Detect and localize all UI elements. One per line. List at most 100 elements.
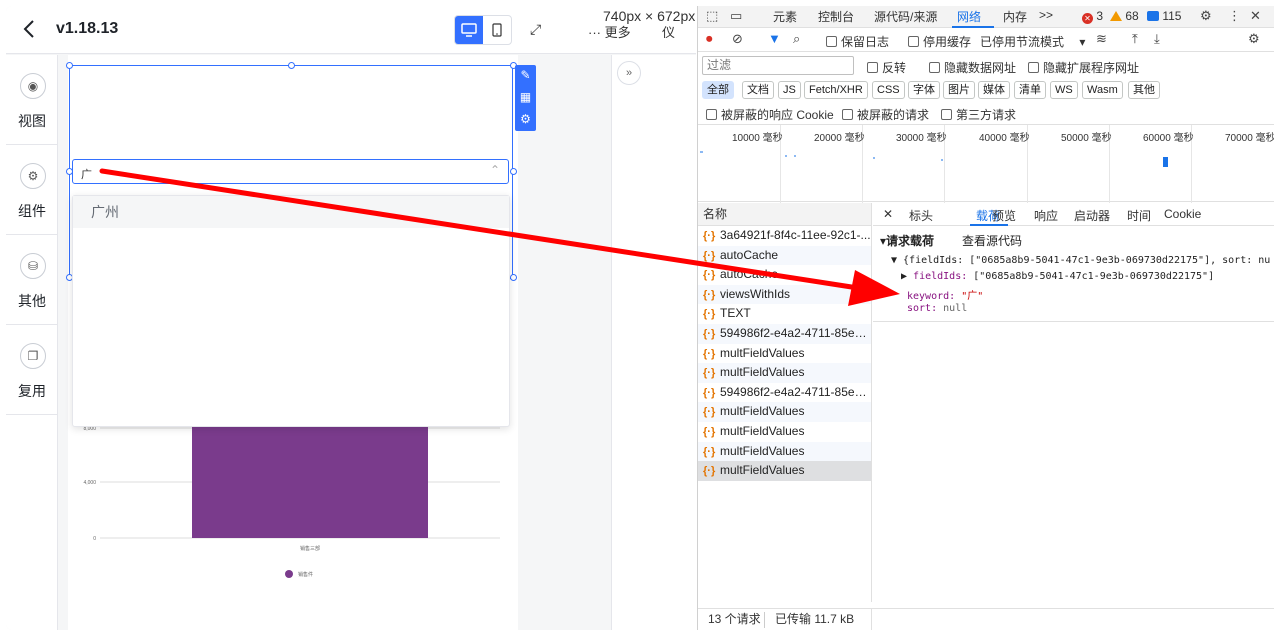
tab-memory[interactable]: 内存 [1003,8,1027,25]
more-button[interactable]: ··· 更多 [588,22,631,41]
mobile-view-button[interactable] [483,16,511,44]
tab-console[interactable]: 控制台 [818,8,854,25]
invert-checkbox[interactable]: 反转 [867,59,906,76]
tab-cookie[interactable]: Cookie [1164,207,1201,221]
rail-item-view[interactable]: ◉ 视图 [6,55,58,145]
column-name-header[interactable]: 名称 [698,203,872,226]
request-row[interactable]: {·} multFieldValues [698,344,871,364]
request-row[interactable]: {·} 3a64921f-8f4c-11ee-92c1-... [698,226,871,246]
payload-fieldids-line[interactable]: ▶ fieldIds: ["0685a8b9-5041-47c1-9e3b-06… [901,271,1214,282]
more-tabs-button[interactable]: >> [1039,8,1053,22]
error-badge[interactable]: ✕ 3 [1082,9,1103,24]
type-img[interactable]: 图片 [943,81,975,99]
request-row[interactable]: {·} TEXT [698,304,871,324]
request-row[interactable]: {·} multFieldValues [698,441,871,462]
checkbox-label: 第三方请求 [956,108,1017,122]
download-icon[interactable]: ⤓ [1154,32,1160,46]
expand-panel-button[interactable]: » [617,61,641,85]
type-js[interactable]: JS [778,81,801,99]
blocked-requests-checkbox[interactable]: 被屏蔽的请求 [842,106,929,123]
view-source-link[interactable]: 查看源代码 [962,232,1022,249]
tab-network[interactable]: 网络 [957,8,981,25]
type-doc[interactable]: 文档 [742,81,774,99]
edit-icon[interactable]: ✎ [518,68,533,83]
network-toolbar: ⏺ ⊘ ▼ ⌕ 保留日志 停用缓存 已停用节流模式 ▾ ≋ ⤒ ⤓ ⚙ [698,28,1274,52]
tab-initiator[interactable]: 启动器 [1074,207,1110,224]
warning-icon [1110,11,1122,21]
monitor-icon [461,23,477,37]
blocked-cookie-checkbox[interactable]: 被屏蔽的响应 Cookie [706,106,834,123]
request-row[interactable]: {·} multFieldValues [698,402,871,422]
record-stop-icon[interactable]: ⏺ [706,32,713,46]
tab-elements[interactable]: 元素 [773,8,797,25]
filter-combobox[interactable]: 广 ⌃ [72,159,509,184]
xhr-icon: {·} [703,288,716,301]
rail-item-component[interactable]: ⚙ 组件 [6,145,58,235]
request-row[interactable]: {·} 594986f2-e4a2-4711-85e3... [698,324,871,344]
warning-badge[interactable]: 68 [1110,9,1139,23]
resize-handle[interactable] [510,168,517,175]
filter-input[interactable]: 过滤 [702,56,854,75]
payload-section-title[interactable]: ▾请求载荷 [880,232,934,249]
close-icon[interactable]: ✕ [883,207,893,221]
search-icon[interactable]: ⌕ [793,32,800,46]
settings-icon[interactable]: ⚙ [1200,9,1212,23]
fullscreen-icon[interactable]: ⤢ [530,21,541,38]
third-party-checkbox[interactable]: 第三方请求 [941,106,1016,123]
upload-icon[interactable]: ⤒ [1132,32,1138,46]
kebab-menu-icon[interactable]: ⋮ [1228,9,1241,23]
message-badge[interactable]: 115 [1147,9,1181,23]
grid-icon[interactable]: ▦ [518,90,533,105]
type-wasm[interactable]: Wasm [1082,81,1123,99]
request-row-selected[interactable]: {·} multFieldValues [698,461,871,481]
tab-headers[interactable]: 标头 [909,207,933,224]
tab-timing[interactable]: 时间 [1127,207,1151,224]
type-other[interactable]: 其他 [1128,81,1160,99]
app-window: v1.18.13 ⤢ 740px × 672px ··· 更多 仪 ◉ 视图 ⚙… [6,6,696,630]
filter-icon[interactable]: ▼ [768,32,781,46]
type-manifest[interactable]: 清单 [1014,81,1046,99]
request-row[interactable]: {·} multFieldValues [698,422,871,442]
rail-item-reuse[interactable]: ❐ 复用 [6,325,58,415]
hide-ext-urls-checkbox[interactable]: 隐藏扩展程序网址 [1028,59,1139,76]
request-row[interactable]: {·} multFieldValues [698,363,871,383]
resize-handle[interactable] [66,62,73,69]
request-row[interactable]: {·} 594986f2-e4a2-4711-85e3... [698,383,871,403]
type-media[interactable]: 媒体 [978,81,1010,99]
gear-icon[interactable]: ⚙ [518,112,533,127]
request-row[interactable]: {·} autoCache [698,245,871,266]
wifi-icon[interactable]: ≋ [1096,32,1107,46]
version-title: v1.18.13 [56,20,119,37]
type-fetch[interactable]: Fetch/XHR [804,81,868,99]
inspect-icon[interactable]: ⬚ [706,9,718,23]
resize-handle[interactable] [288,62,295,69]
hide-data-urls-checkbox[interactable]: 隐藏数据网址 [929,59,1016,76]
xhr-icon: {·} [703,386,716,399]
timeline-label: 50000 毫秒 [1061,133,1112,144]
preserve-log-checkbox[interactable]: 保留日志 [826,33,889,50]
device-toggle-icon[interactable]: ▭ [730,9,742,23]
throttle-select[interactable]: 已停用节流模式 ▾ [980,33,1085,50]
close-icon[interactable]: ✕ [1250,9,1261,23]
clear-icon[interactable]: ⊘ [732,32,743,46]
disable-cache-checkbox[interactable]: 停用缓存 [908,33,971,50]
type-font[interactable]: 字体 [908,81,940,99]
tab-preview[interactable]: 预览 [992,207,1016,224]
dropdown-option[interactable]: 广州 [73,196,509,228]
desktop-view-button[interactable] [455,16,483,44]
request-row[interactable]: {·} autoCache [698,265,871,285]
type-css[interactable]: CSS [872,81,905,99]
type-ws[interactable]: WS [1050,81,1078,99]
rail-item-other[interactable]: ⛁ 其他 [6,235,58,325]
request-row[interactable]: {·} viewsWithIds [698,284,871,305]
network-timeline[interactable]: 10000 毫秒 20000 毫秒 30000 毫秒 40000 毫秒 5000… [698,124,1274,203]
settings-icon[interactable]: ⚙ [1248,32,1260,46]
back-button[interactable] [22,18,42,42]
dashboard-button[interactable]: 仪 [662,22,675,41]
resize-handle[interactable] [510,274,517,281]
combobox-value: 广 [81,169,92,181]
tab-sources[interactable]: 源代码/来源 [874,8,937,25]
type-all[interactable]: 全部 [702,81,734,99]
payload-root-line[interactable]: ▼ {fieldIds: ["0685a8b9-5041-47c1-9e3b-0… [891,255,1270,266]
tab-response[interactable]: 响应 [1034,207,1058,224]
